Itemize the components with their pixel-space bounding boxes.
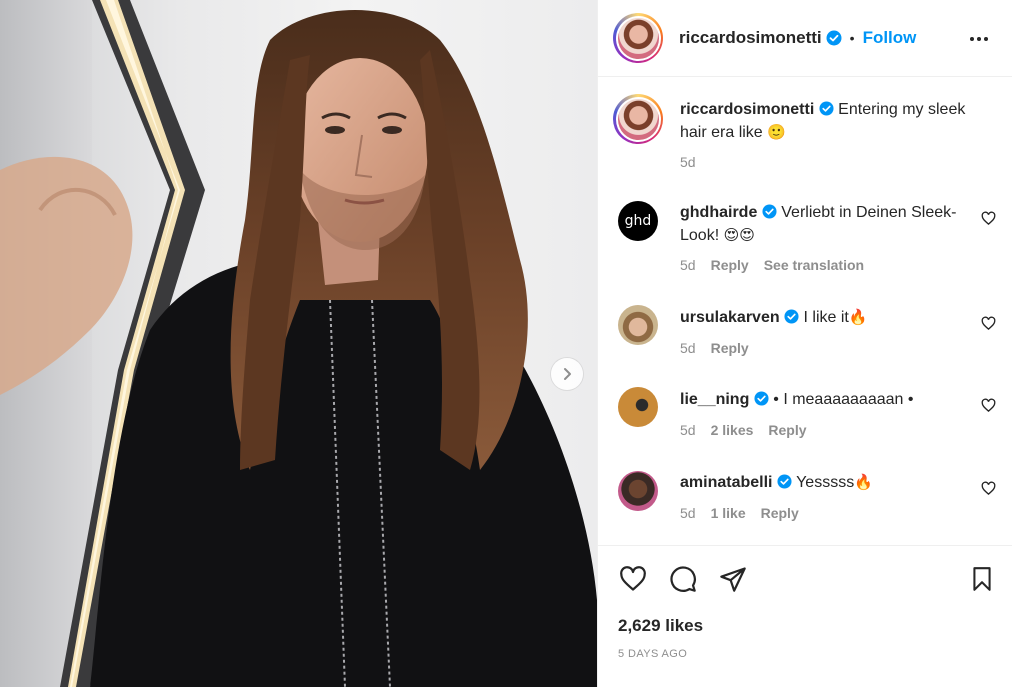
separator-dot: • <box>849 30 855 46</box>
follow-button[interactable]: Follow <box>863 28 917 48</box>
comment-row: lie__ning • I meaaaaaaaaan • 5d 2 likes … <box>598 386 1012 446</box>
verified-icon <box>784 309 799 324</box>
comment-avatar[interactable] <box>618 471 658 511</box>
share-icon[interactable] <box>719 565 747 593</box>
post-timestamp: 5 DAYS AGO <box>618 648 688 660</box>
see-translation-button[interactable]: See translation <box>764 257 864 273</box>
next-photo-button[interactable] <box>551 358 583 390</box>
verified-icon <box>762 204 777 219</box>
comment-time: 5d <box>680 340 696 356</box>
comment-like-heart-icon[interactable] <box>981 398 996 413</box>
comment-username[interactable]: ghdhairde <box>680 204 757 221</box>
verified-icon <box>754 391 769 406</box>
verified-icon <box>826 30 842 46</box>
comment-avatar[interactable] <box>618 387 658 427</box>
caption-emoji: 🙂 <box>767 123 786 141</box>
comment-like-heart-icon[interactable] <box>981 211 996 226</box>
comment-emoji: 🔥 <box>848 308 868 326</box>
comment-row: ursulakarven I like it🔥 5d Reply <box>598 304 1012 364</box>
comment-emoji: 😍😍 <box>723 226 755 244</box>
comment-text: Yesssss <box>796 474 855 491</box>
post-photo[interactable] <box>0 0 597 687</box>
bookmark-icon[interactable] <box>969 565 995 593</box>
comment-time: 5d <box>680 505 696 521</box>
caption-time: 5d <box>680 154 696 170</box>
author-avatar[interactable] <box>613 13 663 63</box>
caption-avatar[interactable] <box>613 94 663 144</box>
comment-row: ghd ghdhairde Verliebt in Deinen Sleek-L… <box>598 199 1012 279</box>
reply-button[interactable]: Reply <box>768 422 806 438</box>
post-side-panel: riccardosimonetti • Follow riccardosimon… <box>597 0 1012 687</box>
comment-time: 5d <box>680 257 696 273</box>
comment-emoji: 🔥 <box>854 473 873 491</box>
post-actions: 2,629 likes 5 DAYS AGO <box>598 545 1012 687</box>
reply-button[interactable]: Reply <box>711 340 749 356</box>
comment-avatar[interactable]: ghd <box>618 201 658 241</box>
comment-username[interactable]: lie__ning <box>680 391 749 408</box>
verified-icon <box>777 474 792 489</box>
post-header: riccardosimonetti • Follow <box>598 0 1012 77</box>
comment-likes-count[interactable]: 1 like <box>711 505 746 521</box>
likes-count[interactable]: 2,629 likes <box>618 616 703 636</box>
reply-button[interactable]: Reply <box>711 257 749 273</box>
caption: riccardosimonetti Entering my sleek hair… <box>598 94 1012 184</box>
comment-text: • I meaaaaaaaaan • <box>773 391 914 408</box>
comment-text: I like it <box>803 309 849 326</box>
reply-button[interactable]: Reply <box>761 505 799 521</box>
comment-username[interactable]: aminatabelli <box>680 474 772 491</box>
comment-username[interactable]: ursulakarven <box>680 309 780 326</box>
heart-icon[interactable] <box>618 565 648 593</box>
ghd-logo: ghd <box>624 213 652 229</box>
comment-like-heart-icon[interactable] <box>981 316 996 331</box>
verified-icon <box>819 101 834 116</box>
comment-like-heart-icon[interactable] <box>981 481 996 496</box>
author-username[interactable]: riccardosimonetti <box>679 28 822 48</box>
comment-row: aminatabelli Yesssss🔥 5d 1 like Reply <box>598 468 1012 528</box>
comment-likes-count[interactable]: 2 likes <box>711 422 754 438</box>
chevron-right-icon <box>564 368 571 380</box>
comment-time: 5d <box>680 422 696 438</box>
photo-scene <box>0 0 597 687</box>
comment-avatar[interactable] <box>618 305 658 345</box>
comment-icon[interactable] <box>669 565 697 593</box>
comments-list[interactable]: riccardosimonetti Entering my sleek hair… <box>598 77 1012 545</box>
more-options-icon[interactable] <box>968 28 990 50</box>
caption-username[interactable]: riccardosimonetti <box>680 101 814 118</box>
